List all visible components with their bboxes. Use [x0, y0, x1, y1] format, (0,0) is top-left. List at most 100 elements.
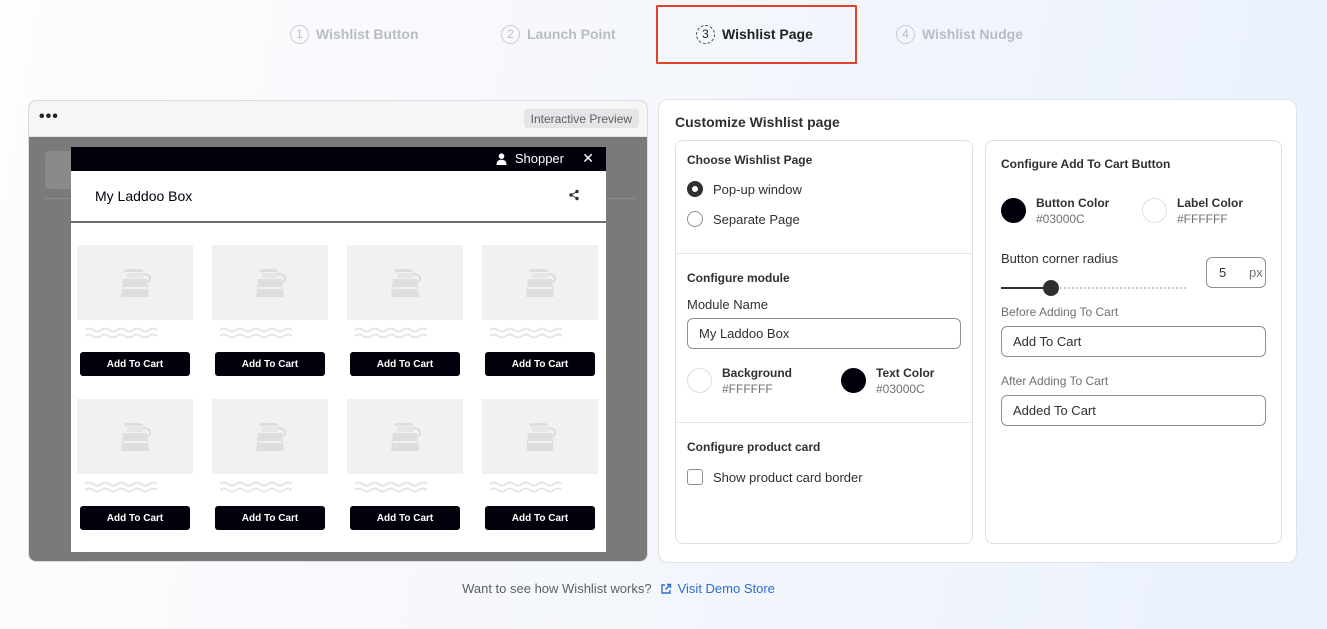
add-to-cart-button[interactable]: Add To Cart: [215, 352, 325, 376]
step-number: 2: [501, 24, 520, 44]
customize-panel: Customize Wishlist page Choose Wishlist …: [658, 99, 1297, 563]
close-icon[interactable]: ✕: [582, 150, 594, 167]
product-image-placeholder: [482, 245, 598, 320]
product-image-placeholder: [77, 245, 193, 320]
background-color-picker[interactable]: Background #FFFFFF: [687, 366, 792, 396]
before-adding-input[interactable]: [1001, 326, 1266, 357]
share-icon[interactable]: [568, 189, 580, 201]
after-adding-input[interactable]: [1001, 395, 1266, 426]
product-image-placeholder: [347, 399, 463, 474]
more-dots-icon[interactable]: •••: [39, 109, 59, 125]
label-color-picker[interactable]: Label Color #FFFFFF: [1142, 196, 1243, 226]
module-name-label: Module Name: [687, 297, 768, 312]
user-name: Shopper: [514, 151, 564, 166]
page-settings-column: Choose Wishlist Page Pop-up window Separ…: [675, 140, 973, 544]
swatch-hex: #03000C: [876, 382, 925, 396]
module-name-input[interactable]: [687, 318, 961, 349]
product-card[interactable]: Add To Cart: [77, 399, 193, 530]
add-to-cart-button[interactable]: Add To Cart: [80, 506, 190, 530]
radio-circle: [687, 181, 703, 197]
color-swatch: [1142, 198, 1167, 223]
popup-header: My Laddoo Box: [71, 171, 606, 223]
step-label: Wishlist Page: [722, 26, 813, 42]
product-image-placeholder: [212, 245, 328, 320]
product-title-placeholder: [84, 327, 158, 339]
product-card[interactable]: Add To Cart: [482, 245, 598, 376]
popup-topbar: Shopper ✕: [71, 147, 606, 171]
choose-page-heading: Choose Wishlist Page: [687, 153, 813, 167]
product-card[interactable]: Add To Cart: [212, 399, 328, 530]
product-title-placeholder: [354, 327, 428, 339]
swatch-hex: #FFFFFF: [722, 382, 773, 396]
radio-separate-page[interactable]: Separate Page: [687, 211, 800, 227]
swatch-hex: #03000C: [1036, 212, 1085, 226]
slider-track-rest: [1050, 287, 1186, 289]
configure-atc-heading: Configure Add To Cart Button: [1001, 157, 1171, 171]
color-swatch: [687, 368, 712, 393]
section-divider: [676, 253, 972, 254]
add-to-cart-button[interactable]: Add To Cart: [215, 506, 325, 530]
add-to-cart-button[interactable]: Add To Cart: [485, 506, 595, 530]
slider-thumb[interactable]: [1042, 280, 1059, 296]
swatch-hex: #FFFFFF: [1177, 212, 1228, 226]
checkbox-box: [687, 469, 703, 485]
product-image-placeholder: [212, 399, 328, 474]
add-to-cart-button[interactable]: Add To Cart: [80, 352, 190, 376]
add-to-cart-button[interactable]: Add To Cart: [350, 506, 460, 530]
product-title-placeholder: [354, 481, 428, 493]
teapot-placeholder-icon: [256, 422, 287, 451]
preview-toolbar: ••• Interactive Preview: [29, 101, 647, 137]
visit-demo-store-link[interactable]: Visit Demo Store: [660, 581, 775, 596]
radio-circle: [687, 211, 703, 227]
swatch-name: Text Color: [876, 366, 935, 380]
link-label: Visit Demo Store: [677, 581, 775, 596]
swatch-name: Label Color: [1177, 196, 1244, 210]
product-card[interactable]: Add To Cart: [77, 245, 193, 376]
add-to-cart-button[interactable]: Add To Cart: [350, 352, 460, 376]
product-title-placeholder: [219, 481, 293, 493]
corner-radius-input[interactable]: 5 px: [1206, 257, 1266, 288]
configure-module-heading: Configure module: [687, 271, 790, 285]
radio-popup-window[interactable]: Pop-up window: [687, 181, 802, 197]
product-image-placeholder: [482, 399, 598, 474]
user-menu[interactable]: Shopper: [496, 151, 564, 166]
checkbox-label: Show product card border: [713, 469, 863, 485]
step-wishlist-nudge[interactable]: 4 Wishlist Nudge: [896, 22, 1023, 46]
section-divider: [676, 422, 972, 423]
radio-label: Separate Page: [713, 211, 800, 227]
teapot-placeholder-icon: [391, 268, 422, 297]
radius-unit: px: [1249, 265, 1263, 280]
product-card[interactable]: Add To Cart: [482, 399, 598, 530]
wishlist-popup: Shopper ✕ My Laddoo Box Add To Cart Add …: [71, 147, 606, 552]
text-color-picker[interactable]: Text Color #03000C: [841, 366, 934, 396]
product-title-placeholder: [489, 327, 563, 339]
card-border-checkbox[interactable]: Show product card border: [687, 469, 863, 485]
radio-label: Pop-up window: [713, 181, 802, 197]
product-card[interactable]: Add To Cart: [347, 245, 463, 376]
step-launch-point[interactable]: 2 Launch Point: [501, 22, 616, 46]
product-card[interactable]: Add To Cart: [347, 399, 463, 530]
swatch-name: Button Color: [1036, 196, 1110, 210]
swatch-name: Background: [722, 366, 793, 380]
step-number: 3: [696, 24, 715, 44]
step-wishlist-page[interactable]: 3 Wishlist Page: [696, 22, 813, 46]
add-to-cart-button[interactable]: Add To Cart: [485, 352, 595, 376]
step-wishlist-button[interactable]: 1 Wishlist Button: [290, 22, 419, 46]
configure-card-heading: Configure product card: [687, 440, 821, 454]
teapot-placeholder-icon: [526, 268, 557, 297]
panel-title: Customize Wishlist page: [675, 114, 840, 130]
after-adding-label: After Adding To Cart: [1001, 374, 1109, 388]
before-adding-label: Before Adding To Cart: [1001, 305, 1119, 319]
module-title: My Laddoo Box: [95, 188, 193, 204]
teapot-placeholder-icon: [391, 422, 422, 451]
corner-radius-slider[interactable]: [1001, 279, 1186, 297]
footer-question: Want to see how Wishlist works?: [462, 581, 652, 596]
color-swatch: [841, 368, 866, 393]
product-title-placeholder: [84, 481, 158, 493]
button-color-picker[interactable]: Button Color #03000C: [1001, 196, 1109, 226]
product-title-placeholder: [489, 481, 563, 493]
user-icon: [496, 152, 507, 165]
radius-value: 5: [1219, 265, 1227, 280]
product-image-placeholder: [77, 399, 193, 474]
product-card[interactable]: Add To Cart: [212, 245, 328, 376]
